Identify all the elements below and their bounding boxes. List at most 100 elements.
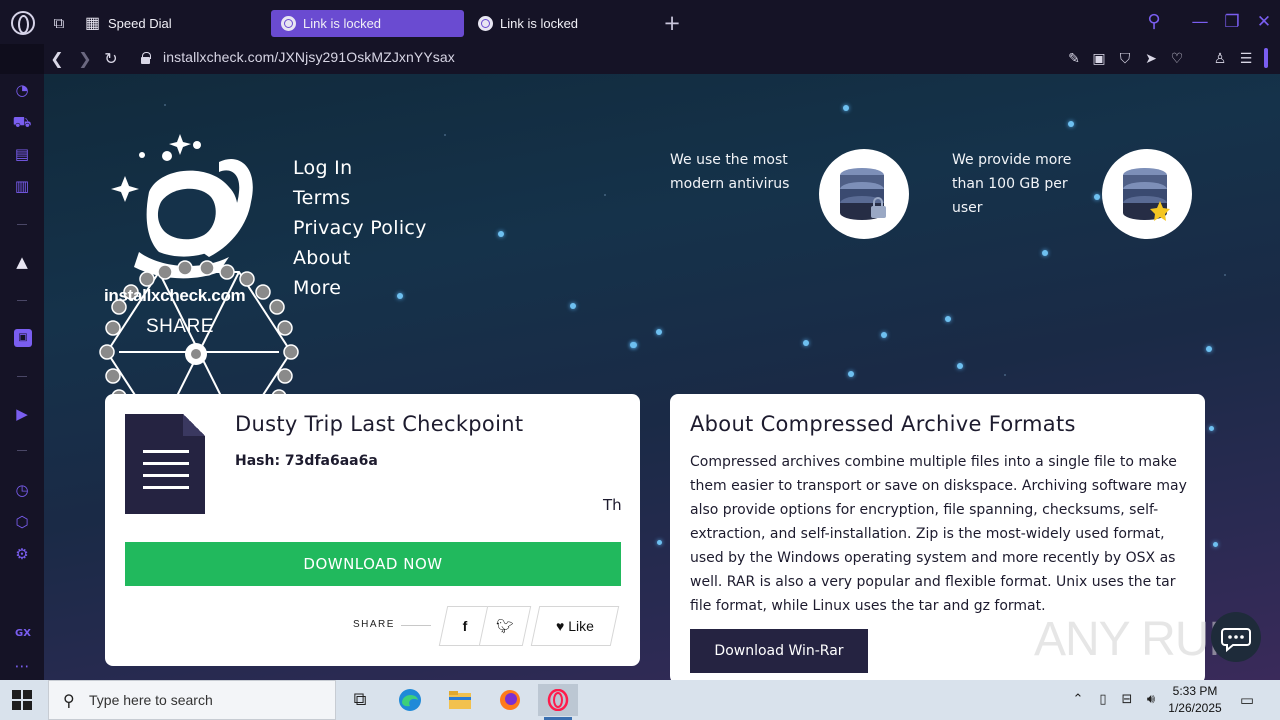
close-button[interactable]: ✕ bbox=[1250, 8, 1278, 36]
arrow-app-icon[interactable]: ▲ bbox=[12, 252, 32, 272]
sidebar-divider bbox=[17, 224, 27, 225]
star-decoration bbox=[1094, 194, 1100, 200]
scrolling-text: Th bbox=[603, 496, 622, 514]
star-decoration bbox=[1042, 250, 1048, 256]
nav-about[interactable]: About bbox=[293, 244, 427, 274]
file-explorer-icon[interactable] bbox=[440, 684, 480, 716]
main-nav: Log In Terms Privacy Policy About More bbox=[293, 154, 427, 304]
twitter-icon: 🐦︎ bbox=[496, 618, 514, 634]
edit-icon[interactable]: ✎ bbox=[1063, 48, 1085, 70]
cart-icon[interactable]: ⛟ bbox=[12, 112, 32, 132]
document-icon bbox=[125, 414, 205, 514]
astronaut-logo-icon[interactable] bbox=[99, 132, 309, 402]
star-decoration bbox=[657, 540, 662, 545]
back-button[interactable]: ❮ bbox=[46, 48, 68, 70]
tray-overflow-chevron-icon[interactable]: ⌃ bbox=[1068, 690, 1088, 710]
twitter-share-button[interactable]: 🐦︎ bbox=[478, 606, 532, 646]
firefox-icon[interactable] bbox=[490, 684, 530, 716]
chat-widget-button[interactable] bbox=[1211, 612, 1261, 662]
player-icon[interactable]: ▶ bbox=[12, 404, 32, 424]
feature-antivirus-badge bbox=[819, 149, 909, 239]
gx-mail-icon[interactable]: ▥ bbox=[12, 176, 32, 196]
browser-sidebar: ◔ ⛟ ▤ ▥ ▲ ▣ ▶ ◷ ⬡ ⚙ GX ⋯ bbox=[0, 74, 44, 680]
opera-menu-icon[interactable] bbox=[11, 11, 35, 35]
url-field[interactable]: installxcheck.com/JXNjsy291OskMZJxnYYsax bbox=[163, 49, 455, 65]
menu-icon[interactable]: ☰ bbox=[1235, 48, 1257, 70]
send-icon[interactable]: ➤ bbox=[1140, 48, 1162, 70]
nav-privacy-policy[interactable]: Privacy Policy bbox=[293, 214, 427, 244]
heart-icon[interactable]: ♡ bbox=[1166, 48, 1188, 70]
star-decoration bbox=[803, 340, 809, 346]
opera-gx-taskbar-icon[interactable] bbox=[538, 684, 578, 720]
history-icon[interactable]: ◷ bbox=[12, 480, 32, 500]
nav-more[interactable]: More bbox=[293, 274, 427, 304]
tab-link-locked[interactable]: Link is locked bbox=[468, 10, 654, 37]
restore-button[interactable]: ❐ bbox=[1218, 8, 1246, 36]
gx-logo-icon[interactable]: GX bbox=[12, 628, 34, 639]
dust-decoration bbox=[604, 194, 606, 196]
like-button[interactable]: ♥ Like bbox=[530, 606, 620, 646]
search-placeholder: Type here to search bbox=[89, 692, 213, 708]
camera-icon[interactable]: ▣ bbox=[1088, 48, 1110, 70]
sidebar-divider bbox=[17, 300, 27, 301]
about-description: Compressed archives combine multiple fil… bbox=[690, 454, 1187, 614]
tab-speed-dial[interactable]: Speed Dial bbox=[76, 10, 262, 37]
gamepad-icon[interactable]: ⧉ bbox=[48, 12, 70, 34]
download-now-button[interactable]: DOWNLOAD NOW bbox=[125, 542, 621, 586]
windows-taskbar: ⚲ Type here to search ⧉ ⌃ ▯ ⊟ 🔊︎ 5:33 PM… bbox=[0, 680, 1280, 720]
dust-decoration bbox=[1004, 374, 1006, 376]
taskbar-search[interactable]: ⚲ Type here to search bbox=[48, 680, 336, 720]
download-winrar-button[interactable]: Download Win-Rar bbox=[690, 629, 868, 673]
dust-decoration bbox=[444, 134, 446, 136]
extensions-cube-icon[interactable]: ⬡ bbox=[12, 512, 32, 532]
like-button-content: ♥ Like bbox=[536, 607, 614, 645]
settings-gear-icon[interactable]: ⚙ bbox=[12, 544, 32, 564]
star-decoration bbox=[957, 363, 963, 369]
share-label: SHARE bbox=[353, 619, 395, 630]
shield-icon[interactable]: ⛉ bbox=[1114, 48, 1136, 70]
tab-link-locked-active[interactable]: Link is locked bbox=[271, 10, 464, 37]
volume-icon[interactable]: 🔊︎ bbox=[1141, 690, 1161, 710]
speed-gauge-icon[interactable]: ◔ bbox=[12, 80, 32, 100]
database-lock-icon bbox=[840, 168, 886, 220]
feature-storage-text: We provide more than 100 GB per user bbox=[952, 152, 1072, 216]
minimize-button[interactable]: — bbox=[1186, 8, 1214, 36]
tab-label: Link is locked bbox=[303, 16, 382, 31]
device-icon[interactable]: ▯ bbox=[1093, 690, 1113, 710]
sidebar-divider bbox=[17, 376, 27, 377]
forward-button[interactable]: ❯ bbox=[74, 48, 96, 70]
new-tab-button[interactable]: + bbox=[660, 12, 684, 34]
sidebar-divider bbox=[17, 450, 27, 451]
star-decoration bbox=[945, 316, 951, 322]
more-dots-icon[interactable]: ⋯ bbox=[12, 656, 32, 676]
speed-dial-icon bbox=[85, 10, 101, 37]
browser-titlebar: ⧉ Speed Dial Link is locked Link is lock… bbox=[0, 0, 1280, 44]
network-icon[interactable]: ⊟ bbox=[1117, 690, 1137, 710]
web-page: installxcheck.com SHARE Log In Terms Pri… bbox=[44, 74, 1280, 680]
edge-icon[interactable] bbox=[390, 684, 430, 716]
star-decoration bbox=[881, 332, 887, 338]
search-tabs-icon[interactable]: ⚲ bbox=[1140, 8, 1168, 36]
nav-terms[interactable]: Terms bbox=[293, 184, 427, 214]
file-hash: Hash: 73dfa6aa6a bbox=[235, 453, 378, 469]
gx-corner-icon[interactable]: ▤ bbox=[12, 144, 32, 164]
accent-indicator bbox=[1264, 48, 1268, 68]
star-decoration bbox=[848, 371, 854, 377]
taskbar-clock[interactable]: 5:33 PM 1/26/2025 bbox=[1162, 683, 1228, 717]
about-title: About Compressed Archive Formats bbox=[690, 412, 1076, 436]
chat-icon bbox=[1221, 628, 1251, 653]
reload-button[interactable]: ↻ bbox=[100, 48, 122, 70]
star-decoration bbox=[1209, 426, 1214, 431]
feature-storage-badge bbox=[1102, 149, 1192, 239]
lock-icon[interactable] bbox=[141, 52, 151, 64]
dust-decoration bbox=[1224, 274, 1226, 276]
tab-label: Speed Dial bbox=[108, 16, 172, 31]
star-decoration bbox=[1206, 346, 1212, 352]
nav-login[interactable]: Log In bbox=[293, 154, 427, 184]
task-view-icon[interactable]: ⧉ bbox=[340, 684, 380, 716]
star-decoration bbox=[656, 329, 662, 335]
windows-start-icon[interactable] bbox=[12, 690, 32, 710]
account-icon[interactable]: ♙ bbox=[1209, 48, 1231, 70]
twitch-icon[interactable]: ▣ bbox=[14, 329, 32, 347]
notification-icon[interactable]: ▭ bbox=[1237, 690, 1257, 710]
